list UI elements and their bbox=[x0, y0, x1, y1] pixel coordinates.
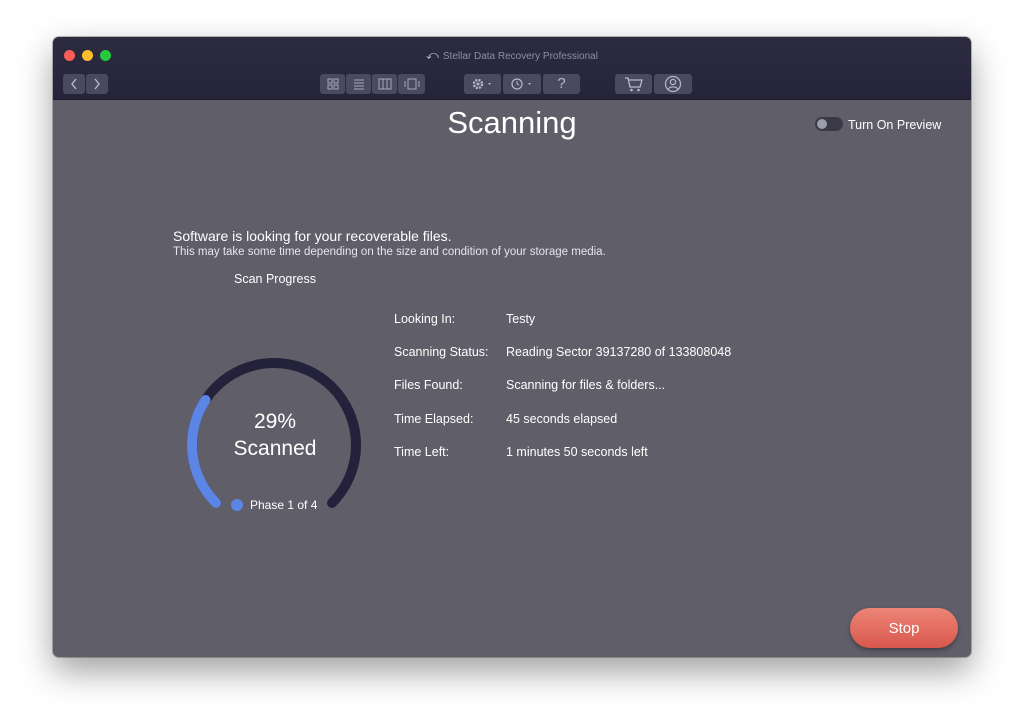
column-view-icon bbox=[372, 78, 397, 90]
help-icon: ? bbox=[557, 75, 566, 92]
phase-indicator: Phase 1 of 4 bbox=[231, 498, 317, 512]
window-title: ⤺ Stellar Data Recovery Professional bbox=[53, 48, 971, 63]
chevron-right-icon bbox=[86, 77, 108, 91]
cart-icon bbox=[615, 76, 652, 92]
grid-view-button[interactable] bbox=[320, 74, 345, 94]
settings-button[interactable] bbox=[464, 74, 501, 94]
preview-toggle[interactable] bbox=[815, 117, 843, 131]
stop-button[interactable]: Stop bbox=[850, 608, 958, 648]
phase-text: Phase 1 of 4 bbox=[250, 498, 318, 512]
app-window: ⤺ Stellar Data Recovery Professional ? S… bbox=[53, 37, 971, 657]
cart-button[interactable] bbox=[615, 74, 652, 94]
detail-value-time-left: 1 minutes 50 seconds left bbox=[506, 445, 648, 459]
main-content: Scanning Turn On Preview Software is loo… bbox=[53, 100, 971, 657]
back-button[interactable] bbox=[63, 74, 85, 94]
app-back-icon: ⤺ bbox=[426, 48, 439, 62]
progress-percent: 29% Scanned bbox=[175, 408, 375, 462]
column-view-button[interactable] bbox=[372, 74, 397, 94]
percent-value: 29% bbox=[253, 410, 297, 433]
list-view-button[interactable] bbox=[346, 74, 371, 94]
account-button[interactable] bbox=[654, 74, 692, 94]
toggle-knob bbox=[817, 119, 827, 129]
grid-view-icon bbox=[320, 78, 345, 90]
detail-label-looking-in: Looking In: bbox=[394, 312, 456, 326]
coverflow-view-icon bbox=[398, 78, 425, 90]
history-icon bbox=[503, 77, 541, 91]
detail-label-files-found: Files Found: bbox=[394, 378, 463, 392]
list-view-icon bbox=[346, 78, 371, 90]
detail-value-looking-in: Testy bbox=[506, 312, 536, 326]
history-button[interactable] bbox=[503, 74, 541, 94]
user-icon bbox=[654, 75, 692, 93]
help-button[interactable]: ? bbox=[543, 74, 580, 94]
scan-progress-title: Scan Progress bbox=[234, 272, 316, 286]
detail-value-files-found: Scanning for files & folders... bbox=[506, 378, 666, 392]
title-bar: ⤺ Stellar Data Recovery Professional ? bbox=[53, 37, 971, 100]
detail-value-time-elapsed: 45 seconds elapsed bbox=[506, 412, 618, 426]
detail-label-scanning-status: Scanning Status: bbox=[394, 345, 489, 359]
chevron-left-icon bbox=[63, 77, 85, 91]
preview-toggle-label: Turn On Preview bbox=[848, 118, 942, 132]
scanned-label: Scanned bbox=[233, 437, 317, 460]
gear-icon bbox=[464, 77, 501, 91]
detail-label-time-elapsed: Time Elapsed: bbox=[394, 412, 474, 426]
forward-button[interactable] bbox=[86, 74, 108, 94]
detail-label-time-left: Time Left: bbox=[394, 445, 450, 459]
detail-value-scanning-status: Reading Sector 39137280 of 133808048 bbox=[506, 345, 732, 359]
window-title-text: Stellar Data Recovery Professional bbox=[442, 51, 598, 62]
phase-dot-icon bbox=[231, 499, 243, 511]
status-message: Software is looking for your recoverable… bbox=[173, 228, 452, 244]
status-submessage: This may take some time depending on the… bbox=[173, 246, 606, 258]
coverflow-view-button[interactable] bbox=[398, 74, 425, 94]
